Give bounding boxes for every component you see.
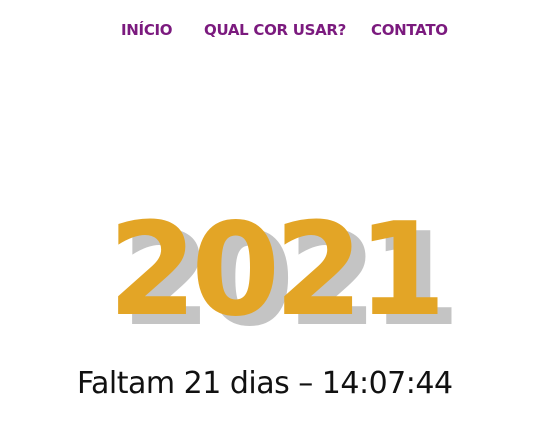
hero-year: 2021 xyxy=(108,196,446,345)
nav-link-qual-cor-usar[interactable]: QUAL COR USAR? xyxy=(204,21,346,39)
countdown-text: Faltam 21 dias – 14:07:44 xyxy=(77,366,453,401)
hero-year-section: 2021 xyxy=(0,196,553,346)
top-navigation: INÍCIO QUAL COR USAR? CONTATO xyxy=(0,17,553,45)
nav-link-contato[interactable]: CONTATO xyxy=(371,21,448,39)
nav-link-inicio[interactable]: INÍCIO xyxy=(121,21,173,39)
